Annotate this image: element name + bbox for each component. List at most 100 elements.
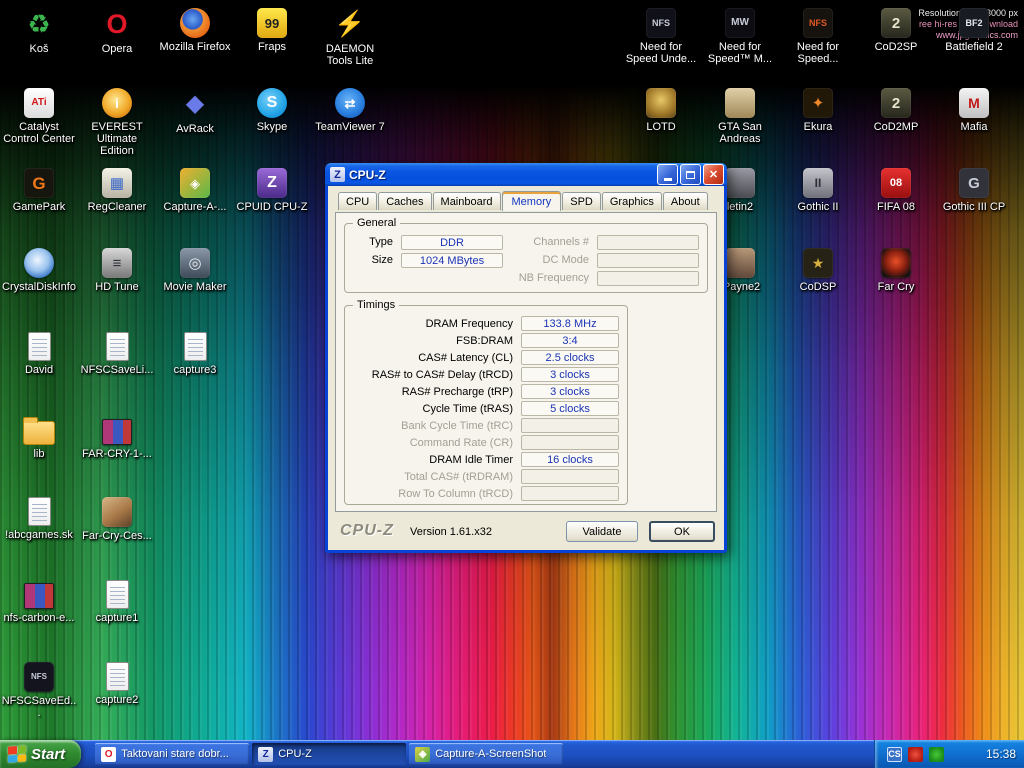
desktop-icon-nfscsaveed[interactable]: NFSNFSCSaveEd... [0, 662, 78, 719]
desktop-icon-far-cry-ces[interactable]: Far-Cry-Ces... [78, 497, 156, 542]
gothic3-icon: G [959, 168, 989, 198]
desktop-icon-lib[interactable]: lib [0, 416, 78, 460]
desktop-icon-daemon-tools-lite[interactable]: ⚡DAEMON Tools Lite [311, 8, 389, 67]
desktop-icon-mozilla-firefox[interactable]: Mozilla Firefox [156, 8, 234, 53]
field-label: FSB:DRAM [345, 335, 521, 347]
general-left-fields: TypeDDRSize1024 MBytes [349, 233, 517, 269]
desktop-icon-skype[interactable]: SSkype [233, 88, 311, 133]
desktop-icon-cod2mp[interactable]: 2CoD2MP [857, 88, 935, 133]
desktop-icon-nfs-carbon-e[interactable]: nfs-carbon-e... [0, 580, 78, 624]
taskbar-button-capture-a-screenshot[interactable]: ◈Capture-A-ScreenShot [409, 743, 563, 765]
ati-tray-icon[interactable] [908, 747, 923, 762]
desktop-icon-gothic-iii-cp[interactable]: GGothic III CP [935, 168, 1013, 213]
validate-button[interactable]: Validate [566, 521, 638, 542]
desktop-icon-far-cry[interactable]: Far Cry [857, 248, 935, 293]
desktop-icon-everest-ultimate-edition[interactable]: iEVEREST Ultimate Edition [78, 88, 156, 157]
desktop-icon-teamviewer-7[interactable]: ⇄TeamViewer 7 [311, 88, 389, 133]
desktop-icon-avrack[interactable]: ◆AvRack [156, 88, 234, 135]
desktop-icon-label: NFSCSaveLi... [81, 364, 154, 376]
desktop-icon-regcleaner[interactable]: ▦RegCleaner [78, 168, 156, 213]
value-dram-frequency: 133.8 MHz [521, 316, 619, 331]
field-label: Bank Cycle Time (tRC) [345, 420, 521, 432]
cod2mp-icon: 2 [881, 88, 911, 118]
document-icon [28, 332, 51, 361]
timing-rows: DRAM Frequency133.8 MHzFSB:DRAM3:4CAS# L… [345, 306, 627, 502]
tab-memory[interactable]: Memory [502, 191, 562, 211]
minimize-button[interactable] [657, 164, 678, 185]
antivirus-tray-icon[interactable] [929, 747, 944, 762]
desktop-icon-abcgames-sk[interactable]: !abcgames.sk [0, 497, 78, 541]
start-button[interactable]: Start [0, 740, 81, 768]
desktop-icon-david[interactable]: David [0, 332, 78, 376]
desktop-icon-lotd[interactable]: LOTD [622, 88, 700, 133]
desktop-icon-gta-san-andreas[interactable]: GTA San Andreas [701, 88, 779, 145]
value-ras-precharge-trp: 3 clocks [521, 384, 619, 399]
desktop-icon-label: Battlefield 2 [945, 41, 1002, 53]
value-cycle-time-tras: 5 clocks [521, 401, 619, 416]
desktop-icon-crystaldiskinfo[interactable]: CrystalDiskInfo [0, 248, 78, 293]
desktop-icon-capture-a[interactable]: ◈Capture-A-... [156, 168, 234, 213]
desktop-icon-capture2[interactable]: capture2 [78, 662, 156, 706]
desktop-icon-need-for-speed[interactable]: NFSNeed for Speed... [779, 8, 857, 65]
nfs-underground-icon: NFS [646, 8, 676, 38]
desktop-icon-ekura[interactable]: ✦Ekura [779, 88, 857, 133]
tab-about[interactable]: About [663, 192, 708, 210]
desktop-icon-need-for-speed-m[interactable]: MWNeed for Speed™ M... [701, 8, 779, 65]
cpuz-app-icon: Z [330, 167, 345, 182]
desktop-icon-need-for-speed-unde[interactable]: NFSNeed for Speed Unde... [622, 8, 700, 65]
cpuz-titlebar[interactable]: Z CPU-Z ✕ [325, 163, 727, 186]
desktop-icon-far-cry-1[interactable]: FAR-CRY-1-... [78, 416, 156, 460]
cpuz-window-body: CPUCachesMainboardMemorySPDGraphicsAbout… [325, 186, 727, 553]
cpuz-task-icon: Z [258, 747, 273, 762]
desktop-icon-opera[interactable]: OOpera [78, 8, 156, 55]
hdtune-icon: ≡ [102, 248, 132, 278]
tab-cpu[interactable]: CPU [338, 192, 377, 210]
teamviewer-icon: ⇄ [335, 88, 365, 118]
desktop-icon-ko[interactable]: ♻Koš [0, 8, 78, 55]
desktop-icon-capture3[interactable]: capture3 [156, 332, 234, 376]
desktop-icon-label: DAEMON Tools Lite [312, 43, 388, 67]
close-button[interactable]: ✕ [703, 164, 724, 185]
desktop-icon-label: capture2 [96, 694, 139, 706]
maximize-button[interactable] [680, 164, 701, 185]
desktop-icon-capture1[interactable]: capture1 [78, 580, 156, 624]
tab-spd[interactable]: SPD [562, 192, 601, 210]
taskbar-button-taktovani-stare-dobr[interactable]: OTaktovani stare dobr... [95, 743, 249, 765]
tab-graphics[interactable]: Graphics [602, 192, 662, 210]
nfs-icon: NFS [803, 8, 833, 38]
partially-hidden-shortcut-icon [725, 168, 755, 198]
desktop-icon-codsp[interactable]: ★CoDSP [779, 248, 857, 293]
desktop-icon-fifa-08[interactable]: 08FIFA 08 [857, 168, 935, 213]
tab-mainboard[interactable]: Mainboard [433, 192, 501, 210]
desktop-icon-hd-tune[interactable]: ≡HD Tune [78, 248, 156, 293]
firefox-icon [180, 8, 210, 38]
keyboard-layout-indicator[interactable]: CS [887, 747, 902, 762]
desktop-icon-gamepark[interactable]: GGamePark [0, 168, 78, 213]
cpuz-icon: Z [257, 168, 287, 198]
desktop-icon-label: Far-Cry-Ces... [82, 530, 152, 542]
desktop-icon-nfscsaveli[interactable]: NFSCSaveLi... [78, 332, 156, 376]
desktop-icon-label: letin2 [727, 201, 753, 213]
field-label: Cycle Time (tRAS) [345, 403, 521, 415]
desktop-icon-label: CPUID CPU-Z [237, 201, 308, 213]
desktop-icon-catalyst-control-center[interactable]: ATiCatalyst Control Center [0, 88, 78, 145]
ekura-icon: ✦ [803, 88, 833, 118]
taskbar-button-cpu-z[interactable]: ZCPU-Z [252, 743, 406, 765]
value-type: DDR [401, 235, 503, 250]
desktop-icon-battlefield-2[interactable]: BF2Battlefield 2 [935, 8, 1013, 53]
field-label: DC Mode [517, 254, 597, 266]
desktop-icon-fraps[interactable]: 99Fraps [233, 8, 311, 53]
field-label: Row To Column (tRCD) [345, 488, 521, 500]
desktop-icon-movie-maker[interactable]: ◎Movie Maker [156, 248, 234, 293]
desktop-icon-gothic-ii[interactable]: IIGothic II [779, 168, 857, 213]
photo-icon [102, 497, 132, 527]
value-dram-idle-timer: 16 clocks [521, 452, 619, 467]
desktop-icon-mafia[interactable]: MMafia [935, 88, 1013, 133]
desktop-icon-cod2sp[interactable]: 2CoD2SP [857, 8, 935, 53]
tab-caches[interactable]: Caches [378, 192, 431, 210]
desktop-icon-cpuid-cpu-z[interactable]: Z CPUID CPU-Z [233, 168, 311, 213]
field-row-cas-latency-cl: CAS# Latency (CL)2.5 clocks [345, 349, 627, 366]
value-row-to-column-trcd [521, 486, 619, 501]
ok-button[interactable]: OK [649, 521, 715, 542]
movie-maker-icon: ◎ [180, 248, 210, 278]
